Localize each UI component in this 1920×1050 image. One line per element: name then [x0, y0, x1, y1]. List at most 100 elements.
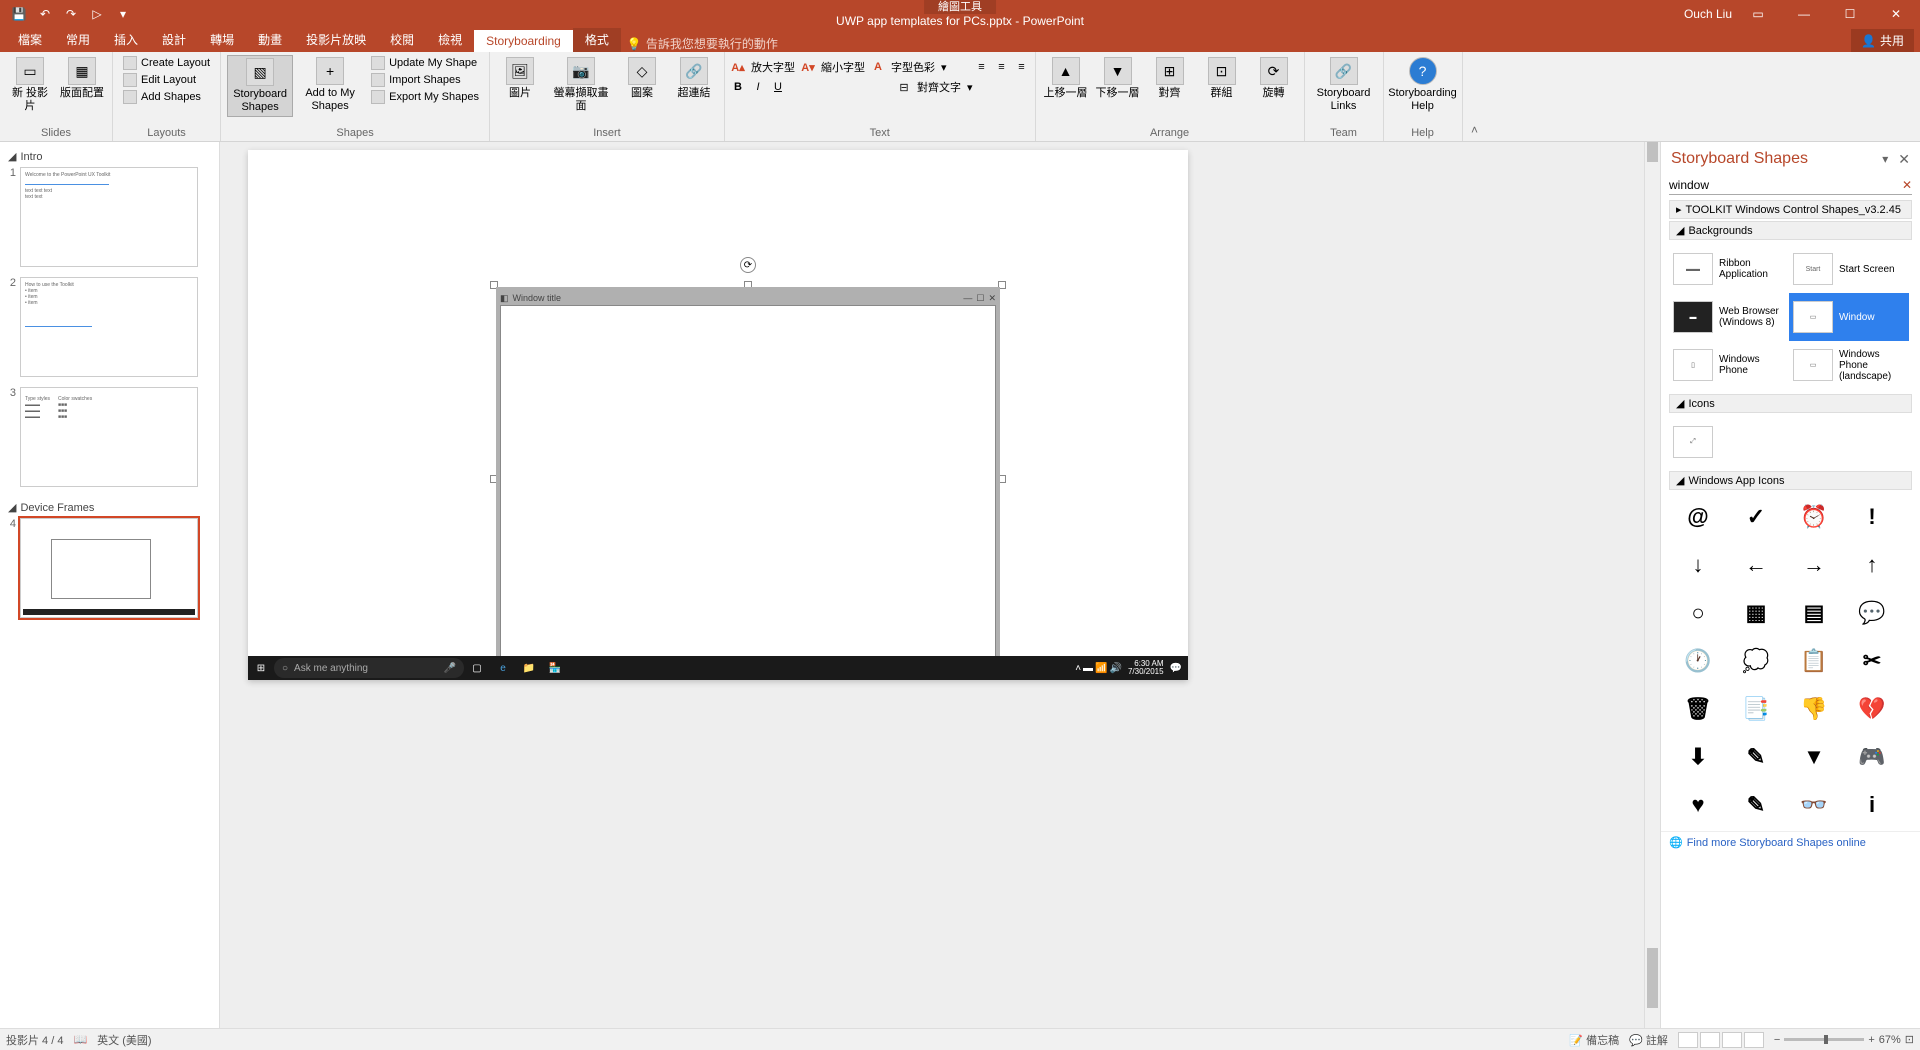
spell-check-icon[interactable]: 📖 [73, 1033, 87, 1046]
grow-font-icon[interactable]: A▴ [731, 60, 745, 74]
app-icon[interactable]: 🎮 [1845, 735, 1899, 779]
font-color-icon[interactable]: A [871, 60, 885, 74]
shape-windows-phone-landscape[interactable]: ▭Windows Phone (landscape) [1789, 341, 1909, 389]
toolkit-category[interactable]: ▸ TOOLKIT Windows Control Shapes_v3.2.45 [1669, 200, 1912, 219]
section-header-device[interactable]: ◢ Device Frames [6, 497, 213, 518]
app-icon[interactable]: ♥ [1671, 783, 1725, 827]
slide-canvas[interactable]: ⟳ ◧ Window title — ☐ ✕ [248, 150, 1188, 680]
window-shape[interactable]: ◧ Window title — ☐ ✕ [496, 287, 1000, 671]
shrink-font-icon[interactable]: A▾ [801, 60, 815, 74]
app-icon[interactable]: ✂ [1845, 639, 1899, 683]
app-icon[interactable]: ← [1729, 543, 1783, 587]
app-icon[interactable]: ⏰ [1787, 495, 1841, 539]
tell-me-search[interactable]: 💡 告訴我您想要執行的動作 [627, 35, 778, 52]
clear-search-icon[interactable]: ✕ [1902, 178, 1912, 192]
selected-shape[interactable]: ⟳ ◧ Window title — ☐ ✕ [494, 285, 1002, 673]
insert-hyperlink-button[interactable]: 🔗超連結 [670, 55, 718, 102]
layout-button[interactable]: ▦版面配置 [58, 55, 106, 102]
shape-web-browser[interactable]: ▬Web Browser (Windows 8) [1669, 293, 1789, 341]
notes-button[interactable]: 📝 備忘稿 [1569, 1032, 1619, 1048]
align-text-icon[interactable]: ⊟ [897, 80, 911, 94]
minimize-icon[interactable]: — [1784, 0, 1824, 28]
add-to-my-shapes-button[interactable]: +Add to My Shapes [297, 55, 363, 115]
import-shapes-button[interactable]: Import Shapes [367, 72, 483, 88]
undo-icon[interactable]: ↶ [34, 3, 56, 25]
tab-file[interactable]: 檔案 [6, 27, 54, 52]
app-icon[interactable]: → [1787, 543, 1841, 587]
app-icon[interactable]: 🗑 [1671, 687, 1725, 731]
tab-slideshow[interactable]: 投影片放映 [294, 27, 378, 52]
shape-ribbon-application[interactable]: ▬▬Ribbon Application [1669, 245, 1789, 293]
tab-animations[interactable]: 動畫 [246, 27, 294, 52]
scrollbar-thumb[interactable] [1647, 142, 1658, 162]
scrollbar-thumb[interactable] [1647, 948, 1658, 1008]
slide-editor[interactable]: ⟳ ◧ Window title — ☐ ✕ [220, 142, 1660, 1028]
shape-start-screen[interactable]: StartStart Screen [1789, 245, 1909, 293]
tab-view[interactable]: 檢視 [426, 27, 474, 52]
app-icon[interactable]: 📑 [1729, 687, 1783, 731]
zoom-out-icon[interactable]: − [1774, 1034, 1780, 1046]
collapse-ribbon-icon[interactable]: ˄ [1463, 52, 1487, 141]
tab-review[interactable]: 校閱 [378, 27, 426, 52]
italic-button[interactable]: I [751, 80, 765, 94]
start-from-beginning-icon[interactable]: ▷ [86, 3, 108, 25]
maximize-icon[interactable]: ☐ [1830, 0, 1870, 28]
edit-layout-button[interactable]: Edit Layout [119, 72, 214, 88]
reading-view-icon[interactable] [1722, 1032, 1742, 1048]
normal-view-icon[interactable] [1678, 1032, 1698, 1048]
create-layout-button[interactable]: Create Layout [119, 55, 214, 71]
align-button[interactable]: ⊞對齊 [1146, 55, 1194, 102]
save-icon[interactable]: 💾 [8, 3, 30, 25]
vertical-scrollbar[interactable] [1644, 142, 1660, 1028]
backgrounds-category[interactable]: ◢ Backgrounds [1669, 221, 1912, 240]
slide-thumbnail-4[interactable] [20, 518, 198, 618]
pane-search[interactable]: ✕ [1669, 176, 1912, 195]
align-left-icon[interactable]: ≡ [975, 60, 989, 74]
shape-window[interactable]: ▭Window [1789, 293, 1909, 341]
new-slide-button[interactable]: ▭新 投影片 [6, 55, 54, 115]
shape-icon-expand[interactable]: ⤢ [1669, 418, 1789, 466]
export-my-shapes-button[interactable]: Export My Shapes [367, 89, 483, 105]
app-icon[interactable]: ▤ [1787, 591, 1841, 635]
app-icons-category[interactable]: ◢ Windows App Icons [1669, 471, 1912, 490]
update-my-shape-button[interactable]: Update My Shape [367, 55, 483, 71]
app-icon[interactable]: 🕐 [1671, 639, 1725, 683]
bold-button[interactable]: B [731, 80, 745, 94]
redo-icon[interactable]: ↷ [60, 3, 82, 25]
app-icon[interactable]: ▼ [1787, 735, 1841, 779]
app-icon[interactable]: ⬇ [1671, 735, 1725, 779]
language-indicator[interactable]: 英文 (美國) [97, 1032, 151, 1048]
slideshow-view-icon[interactable] [1744, 1032, 1764, 1048]
storyboard-shapes-button[interactable]: ▧Storyboard Shapes [227, 55, 293, 117]
user-name[interactable]: Ouch Liu [1684, 7, 1732, 21]
app-icon[interactable]: 💔 [1845, 687, 1899, 731]
align-right-icon[interactable]: ≡ [1015, 60, 1029, 74]
fit-to-window-icon[interactable]: ⊡ [1905, 1033, 1914, 1046]
icons-category[interactable]: ◢ Icons [1669, 394, 1912, 413]
app-icon[interactable]: ↓ [1671, 543, 1725, 587]
pane-close-icon[interactable]: ✕ [1898, 151, 1910, 168]
comments-button[interactable]: 💬 註解 [1629, 1032, 1668, 1048]
app-icon[interactable]: i [1845, 783, 1899, 827]
group-button[interactable]: ⊡群組 [1198, 55, 1246, 102]
app-icon[interactable]: ✓ [1729, 495, 1783, 539]
app-icon[interactable]: ▦ [1729, 591, 1783, 635]
close-icon[interactable]: ✕ [1876, 0, 1916, 28]
app-icon[interactable]: ✎ [1729, 735, 1783, 779]
ribbon-display-icon[interactable]: ▭ [1738, 0, 1778, 28]
rotate-handle-icon[interactable]: ⟳ [740, 257, 756, 273]
app-icon[interactable]: ✎ [1729, 783, 1783, 827]
zoom-level[interactable]: 67% [1879, 1034, 1901, 1046]
app-icon[interactable]: 💬 [1845, 591, 1899, 635]
tab-insert[interactable]: 插入 [102, 27, 150, 52]
align-center-icon[interactable]: ≡ [995, 60, 1009, 74]
bring-forward-button[interactable]: ▲上移一層 [1042, 55, 1090, 102]
slide-thumbnail-1[interactable]: Welcome to the PowerPoint UX Toolkittext… [20, 167, 198, 267]
pane-dropdown-icon[interactable]: ▾ [1882, 152, 1888, 166]
app-icon[interactable]: 👎 [1787, 687, 1841, 731]
section-header-intro[interactable]: ◢ Intro [6, 146, 213, 167]
app-icon[interactable]: 👓 [1787, 783, 1841, 827]
zoom-slider[interactable] [1784, 1038, 1864, 1041]
tab-home[interactable]: 常用 [54, 27, 102, 52]
underline-button[interactable]: U [771, 80, 785, 94]
